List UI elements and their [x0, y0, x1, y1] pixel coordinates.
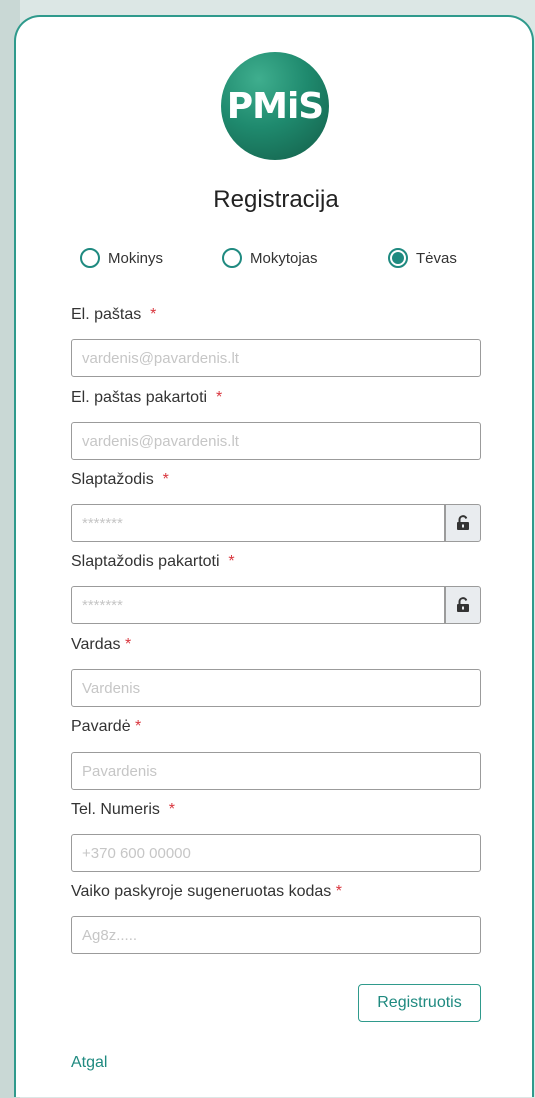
required-mark: *: [135, 718, 142, 735]
password-label-text: Slaptažodis: [71, 471, 154, 488]
child-code-label-text: Vaiko paskyroje sugeneruotas kodas: [71, 883, 332, 900]
required-mark: *: [150, 306, 157, 323]
first-name-label-text: Vardas: [71, 636, 121, 653]
email-repeat-label-text: El. paštas pakartoti: [71, 389, 208, 406]
phone-label-text: Tel. Numeris: [71, 801, 160, 818]
role-label: Tėvas: [416, 249, 457, 267]
password-repeat-label-text: Slaptažodis pakartoti: [71, 553, 220, 570]
pmis-logo: PMiS: [221, 52, 329, 160]
email-repeat-label: El. paštas pakartoti *: [71, 389, 222, 407]
email-label-text: El. paštas: [71, 306, 142, 323]
required-mark: *: [228, 553, 235, 570]
required-mark: *: [335, 883, 342, 900]
register-button[interactable]: Registruotis: [358, 984, 481, 1022]
logo-text: PMiS: [226, 85, 324, 127]
last-name-label-text: Pavardė: [71, 718, 131, 735]
password-field[interactable]: [71, 504, 445, 542]
radio-circle[interactable]: [80, 248, 100, 268]
phone-field[interactable]: [71, 834, 481, 872]
back-link[interactable]: Atgal: [71, 1054, 107, 1072]
phone-label: Tel. Numeris *: [71, 801, 175, 819]
radio-dot: [392, 252, 404, 264]
last-name-label: Pavardė *: [71, 718, 141, 736]
first-name-field[interactable]: [71, 669, 481, 707]
required-mark: *: [168, 801, 176, 818]
required-mark: *: [162, 471, 169, 488]
required-mark: *: [124, 636, 132, 653]
role-label: Mokytojas: [250, 249, 318, 267]
password-label: Slaptažodis *: [71, 471, 169, 489]
required-mark: *: [215, 389, 223, 406]
role-label: Mokinys: [108, 249, 164, 267]
radio-circle[interactable]: [222, 248, 242, 268]
email-label: El. paštas *: [71, 306, 156, 324]
unlock-icon: [457, 515, 469, 530]
radio-circle-selected[interactable]: [388, 248, 408, 268]
unlock-icon: [457, 597, 469, 612]
password-repeat-visibility-toggle[interactable]: [445, 586, 481, 624]
role-radio-mokytojas[interactable]: Mokytojas: [222, 248, 318, 268]
email-repeat-field[interactable]: [71, 422, 481, 460]
page-title: Registracija: [213, 186, 339, 213]
email-field[interactable]: [71, 339, 481, 377]
child-code-label: Vaiko paskyroje sugeneruotas kodas *: [71, 883, 342, 901]
password-visibility-toggle[interactable]: [445, 504, 481, 542]
role-radio-mokinys[interactable]: Mokinys: [80, 248, 163, 268]
last-name-field[interactable]: [71, 752, 481, 790]
child-code-field[interactable]: [71, 916, 481, 954]
role-radio-tevas[interactable]: Tėvas: [388, 248, 457, 268]
first-name-label: Vardas *: [71, 636, 131, 654]
password-repeat-field[interactable]: [71, 586, 445, 624]
password-repeat-label: Slaptažodis pakartoti *: [71, 553, 235, 571]
